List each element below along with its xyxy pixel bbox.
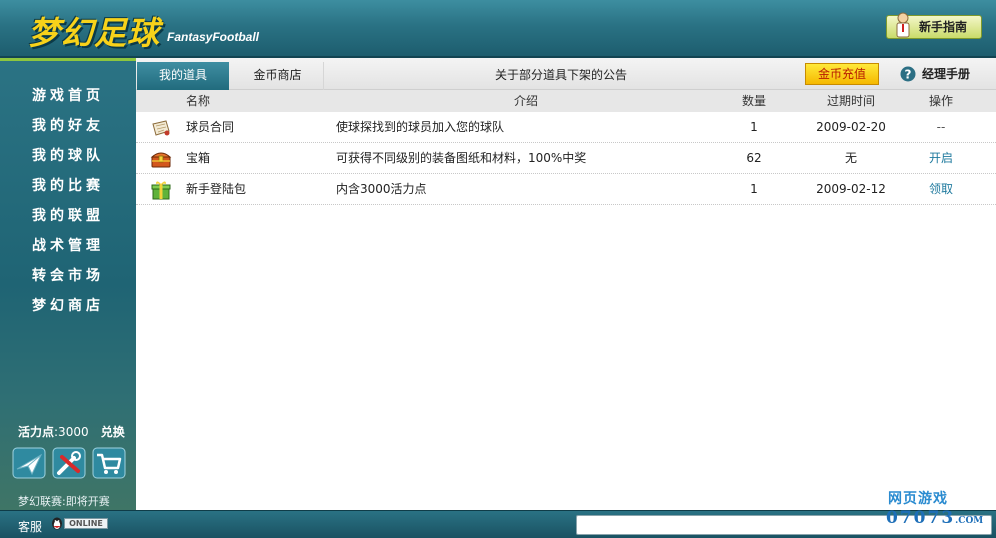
exchange-link[interactable]: 兑换 — [101, 425, 125, 439]
col-operation: 操作 — [928, 94, 953, 108]
logo-subtitle: FantasyFootball — [167, 30, 260, 44]
watermark-number: 07073.COM — [886, 508, 983, 528]
claim-package-link[interactable]: 领取 — [911, 174, 971, 204]
sidebar-item-matches[interactable]: 我的比赛 — [0, 171, 136, 201]
sidebar-item-team[interactable]: 我的球队 — [0, 141, 136, 171]
league-status: 梦幻联赛:即将开赛 — [18, 495, 110, 508]
svg-text:?: ? — [905, 68, 912, 82]
customer-service-label: 客服 — [18, 520, 43, 534]
item-desc: 内含3000活力点 — [336, 182, 427, 196]
notice-link[interactable]: 关于部分道具下架的公告 — [326, 62, 796, 90]
col-expires: 过期时间 — [826, 94, 875, 108]
sidebar-item-league[interactable]: 我的联盟 — [0, 201, 136, 231]
watermark-domain: .COM — [955, 516, 984, 526]
open-chest-link[interactable]: 开启 — [911, 143, 971, 173]
table-row: 球员合同 使球探找到的球员加入您的球队 1 2009-02-20 -- — [136, 112, 996, 143]
main-panel: 我的道具 金币商店 关于部分道具下架的公告 金币充值 ? 经理手册 名称 介绍 … — [136, 58, 996, 510]
guide-label: 新手指南 — [919, 20, 968, 34]
tab-my-items[interactable]: 我的道具 — [137, 62, 229, 90]
item-name: 宝箱 — [186, 151, 211, 165]
guide-figure-icon — [896, 12, 910, 38]
energy-points: 活力点:3000 兑换 — [18, 423, 125, 440]
help-icon: ? — [900, 66, 916, 82]
sidebar-item-transfer[interactable]: 转会市场 — [0, 261, 136, 291]
energy-label: 活力点 — [18, 425, 55, 439]
sidebar: 游戏首页 我的好友 我的球队 我的比赛 我的联盟 战术管理 转会市场 梦幻商店 … — [0, 58, 136, 510]
tab-gold-shop[interactable]: 金币商店 — [232, 62, 324, 90]
item-expires: 2009-02-20 — [816, 120, 886, 134]
app-window: 梦幻足球 FantasyFootball 新手指南 游戏首页 我的好友 我的球队… — [0, 0, 996, 538]
mail-icon[interactable] — [12, 447, 46, 479]
manual-label: 经理手册 — [922, 67, 971, 81]
item-qty: 62 — [746, 151, 762, 165]
watermark-cn: 网页游戏 — [888, 491, 948, 507]
tab-bar: 我的道具 金币商店 关于部分道具下架的公告 金币充值 ? 经理手册 — [136, 58, 996, 90]
tool-icons — [12, 447, 128, 481]
footer-bar: 客服 ONLINE — [0, 510, 996, 538]
site-watermark: 网页游戏 07073.COM — [886, 488, 994, 532]
sidebar-item-tactics[interactable]: 战术管理 — [0, 231, 136, 261]
energy-value: :3000 — [54, 425, 89, 439]
item-operation: -- — [936, 120, 946, 134]
item-name: 新手登陆包 — [186, 182, 247, 196]
item-expires: 2009-02-12 — [816, 182, 886, 196]
beginner-guide-button[interactable]: 新手指南 — [886, 12, 982, 39]
header: 梦幻足球 FantasyFootball 新手指南 — [0, 0, 996, 58]
logo-title: 梦幻足球 — [28, 14, 161, 52]
cart-icon[interactable] — [92, 447, 126, 479]
item-desc: 使球探找到的球员加入您的球队 — [336, 120, 505, 134]
qq-online-status[interactable]: ONLINE — [50, 516, 110, 531]
treasure-chest-icon — [150, 152, 172, 168]
item-table: 球员合同 使球探找到的球员加入您的球队 1 2009-02-20 -- 宝箱 可… — [136, 112, 996, 205]
gift-package-icon — [151, 181, 171, 200]
item-name: 球员合同 — [186, 120, 235, 134]
contract-scroll-icon — [152, 120, 170, 136]
qq-penguin-icon — [52, 517, 62, 530]
col-qty: 数量 — [741, 94, 766, 108]
item-qty: 1 — [750, 182, 758, 196]
watermark-digits: 07073 — [886, 508, 956, 528]
table-row: 新手登陆包 内含3000活力点 1 2009-02-12 领取 — [136, 174, 996, 205]
item-desc: 可获得不同级别的装备图纸和材料，100%中奖 — [336, 151, 587, 165]
col-name: 名称 — [186, 94, 211, 108]
sidebar-item-friends[interactable]: 我的好友 — [0, 111, 136, 141]
col-desc: 介绍 — [513, 94, 538, 108]
item-qty: 1 — [750, 120, 758, 134]
settings-tools-icon[interactable] — [52, 447, 86, 479]
manager-manual-button[interactable]: ? 经理手册 — [900, 63, 970, 85]
online-badge: ONLINE — [64, 518, 108, 529]
sidebar-item-home[interactable]: 游戏首页 — [0, 81, 136, 111]
sidebar-item-shop[interactable]: 梦幻商店 — [0, 291, 136, 321]
sidebar-nav: 游戏首页 我的好友 我的球队 我的比赛 我的联盟 战术管理 转会市场 梦幻商店 — [0, 81, 136, 321]
table-header: 名称 介绍 数量 过期时间 操作 — [136, 90, 996, 112]
item-expires: 无 — [844, 151, 857, 165]
gold-recharge-button[interactable]: 金币充值 — [805, 63, 879, 85]
table-row: 宝箱 可获得不同级别的装备图纸和材料，100%中奖 62 无 开启 — [136, 143, 996, 174]
